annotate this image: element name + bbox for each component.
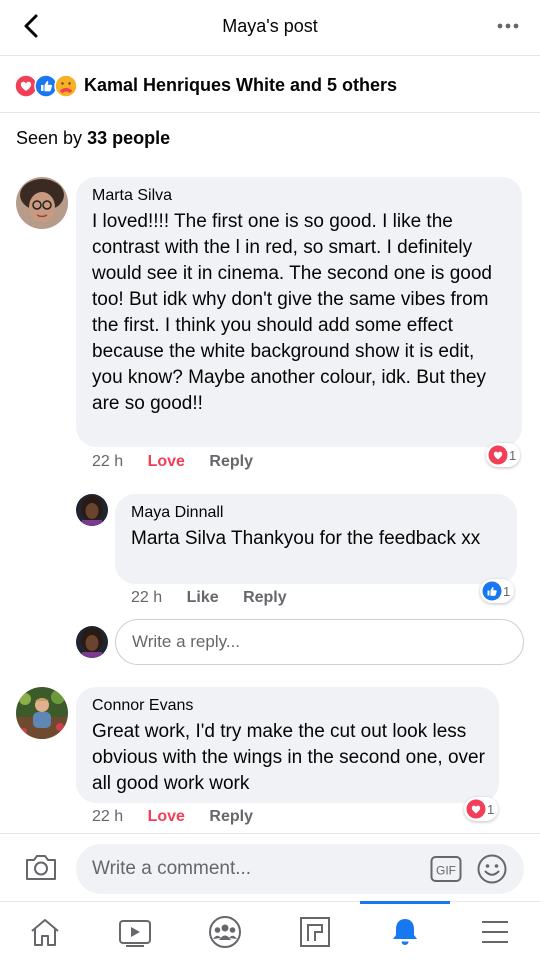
comment-text: Marta Silva Thankyou for the feedback xx	[131, 528, 481, 549]
comment-author[interactable]: Connor Evans	[92, 697, 485, 715]
reply-button[interactable]: Reply	[243, 589, 287, 606]
camera-icon[interactable]	[24, 852, 58, 882]
avatar[interactable]	[16, 687, 68, 739]
avatar	[76, 626, 108, 658]
reply-button[interactable]: Reply	[209, 453, 253, 470]
love-reaction-icon	[466, 799, 486, 819]
love-reaction-icon	[14, 74, 38, 98]
comment-text: I loved!!!! The first one is so good. I …	[92, 211, 492, 414]
comment-time: 22 h	[92, 808, 124, 825]
reaction-count-badge[interactable]: 1	[464, 797, 499, 821]
reaction-count-badge[interactable]: 1	[480, 579, 515, 603]
mention-link[interactable]: Marta Silva	[131, 528, 226, 549]
groups-icon	[209, 915, 241, 948]
menu-icon	[482, 920, 508, 943]
seen-by-text: Seen by 33 people	[16, 128, 171, 148]
nav-pages[interactable]	[270, 902, 360, 960]
page-title: Maya's post	[222, 16, 318, 36]
comment-actions: 22 h Like Reply	[131, 589, 307, 607]
comment-time: 22 h	[131, 589, 163, 606]
comment-text: Great work, I'd try make the cut out loo…	[92, 721, 485, 794]
comment-actions: 22 h Love Reply	[92, 808, 273, 826]
reply-button[interactable]: Reply	[209, 808, 253, 825]
pages-icon	[300, 916, 330, 947]
reactions-summary[interactable]: Kamal Henriques White and 5 others	[0, 57, 540, 113]
nav-home[interactable]	[0, 902, 90, 960]
seen-count: 33 people	[87, 128, 171, 148]
home-icon	[31, 918, 59, 946]
comment-actions: 22 h Love Reply	[92, 453, 273, 471]
comment-bubble[interactable]: Marta Silva I loved!!!! The first one is…	[76, 177, 522, 447]
comment-input[interactable]: Write a comment... GIF	[76, 844, 524, 894]
video-icon	[119, 919, 151, 947]
svg-text:GIF: GIF	[436, 864, 456, 878]
love-reaction-icon	[488, 445, 508, 465]
nav-groups[interactable]	[180, 902, 270, 960]
nav-notifications[interactable]	[360, 901, 450, 960]
comment-composer: Write a comment... GIF	[0, 833, 540, 901]
like-action[interactable]: Like	[187, 589, 219, 606]
reaction-count-badge[interactable]: 1	[486, 443, 521, 467]
nav-menu[interactable]	[450, 902, 540, 960]
bell-icon	[393, 918, 417, 945]
top-bar: Maya's post	[0, 0, 540, 56]
comment-placeholder: Write a comment...	[92, 858, 252, 879]
more-options-icon[interactable]	[494, 14, 522, 38]
reactions-text: Kamal Henriques White and 5 others	[84, 75, 398, 95]
reply-bubble[interactable]: Maya Dinnall Marta Silva Thankyou for th…	[115, 494, 517, 584]
care-reaction-icon	[54, 74, 78, 98]
reaction-count: 1	[503, 583, 511, 599]
love-action[interactable]: Love	[148, 808, 185, 825]
avatar[interactable]	[16, 177, 68, 229]
bottom-navigation	[0, 901, 540, 960]
like-reaction-icon	[482, 581, 502, 601]
avatar[interactable]	[76, 494, 108, 526]
reaction-count: 1	[487, 801, 495, 817]
reaction-count: 1	[509, 447, 517, 463]
emoji-icon[interactable]	[476, 853, 508, 885]
comment-bubble[interactable]: Connor Evans Great work, I'd try make th…	[76, 687, 499, 803]
gif-icon[interactable]: GIF	[430, 855, 462, 883]
comment-author[interactable]: Marta Silva	[92, 187, 508, 205]
reply-input[interactable]: Write a reply...	[115, 619, 524, 665]
comment-author[interactable]: Maya Dinnall	[131, 504, 505, 522]
nav-watch[interactable]	[90, 902, 180, 960]
like-reaction-icon	[34, 74, 58, 98]
reaction-icons	[14, 74, 78, 98]
love-action[interactable]: Love	[148, 453, 185, 470]
comment-time: 22 h	[92, 453, 124, 470]
